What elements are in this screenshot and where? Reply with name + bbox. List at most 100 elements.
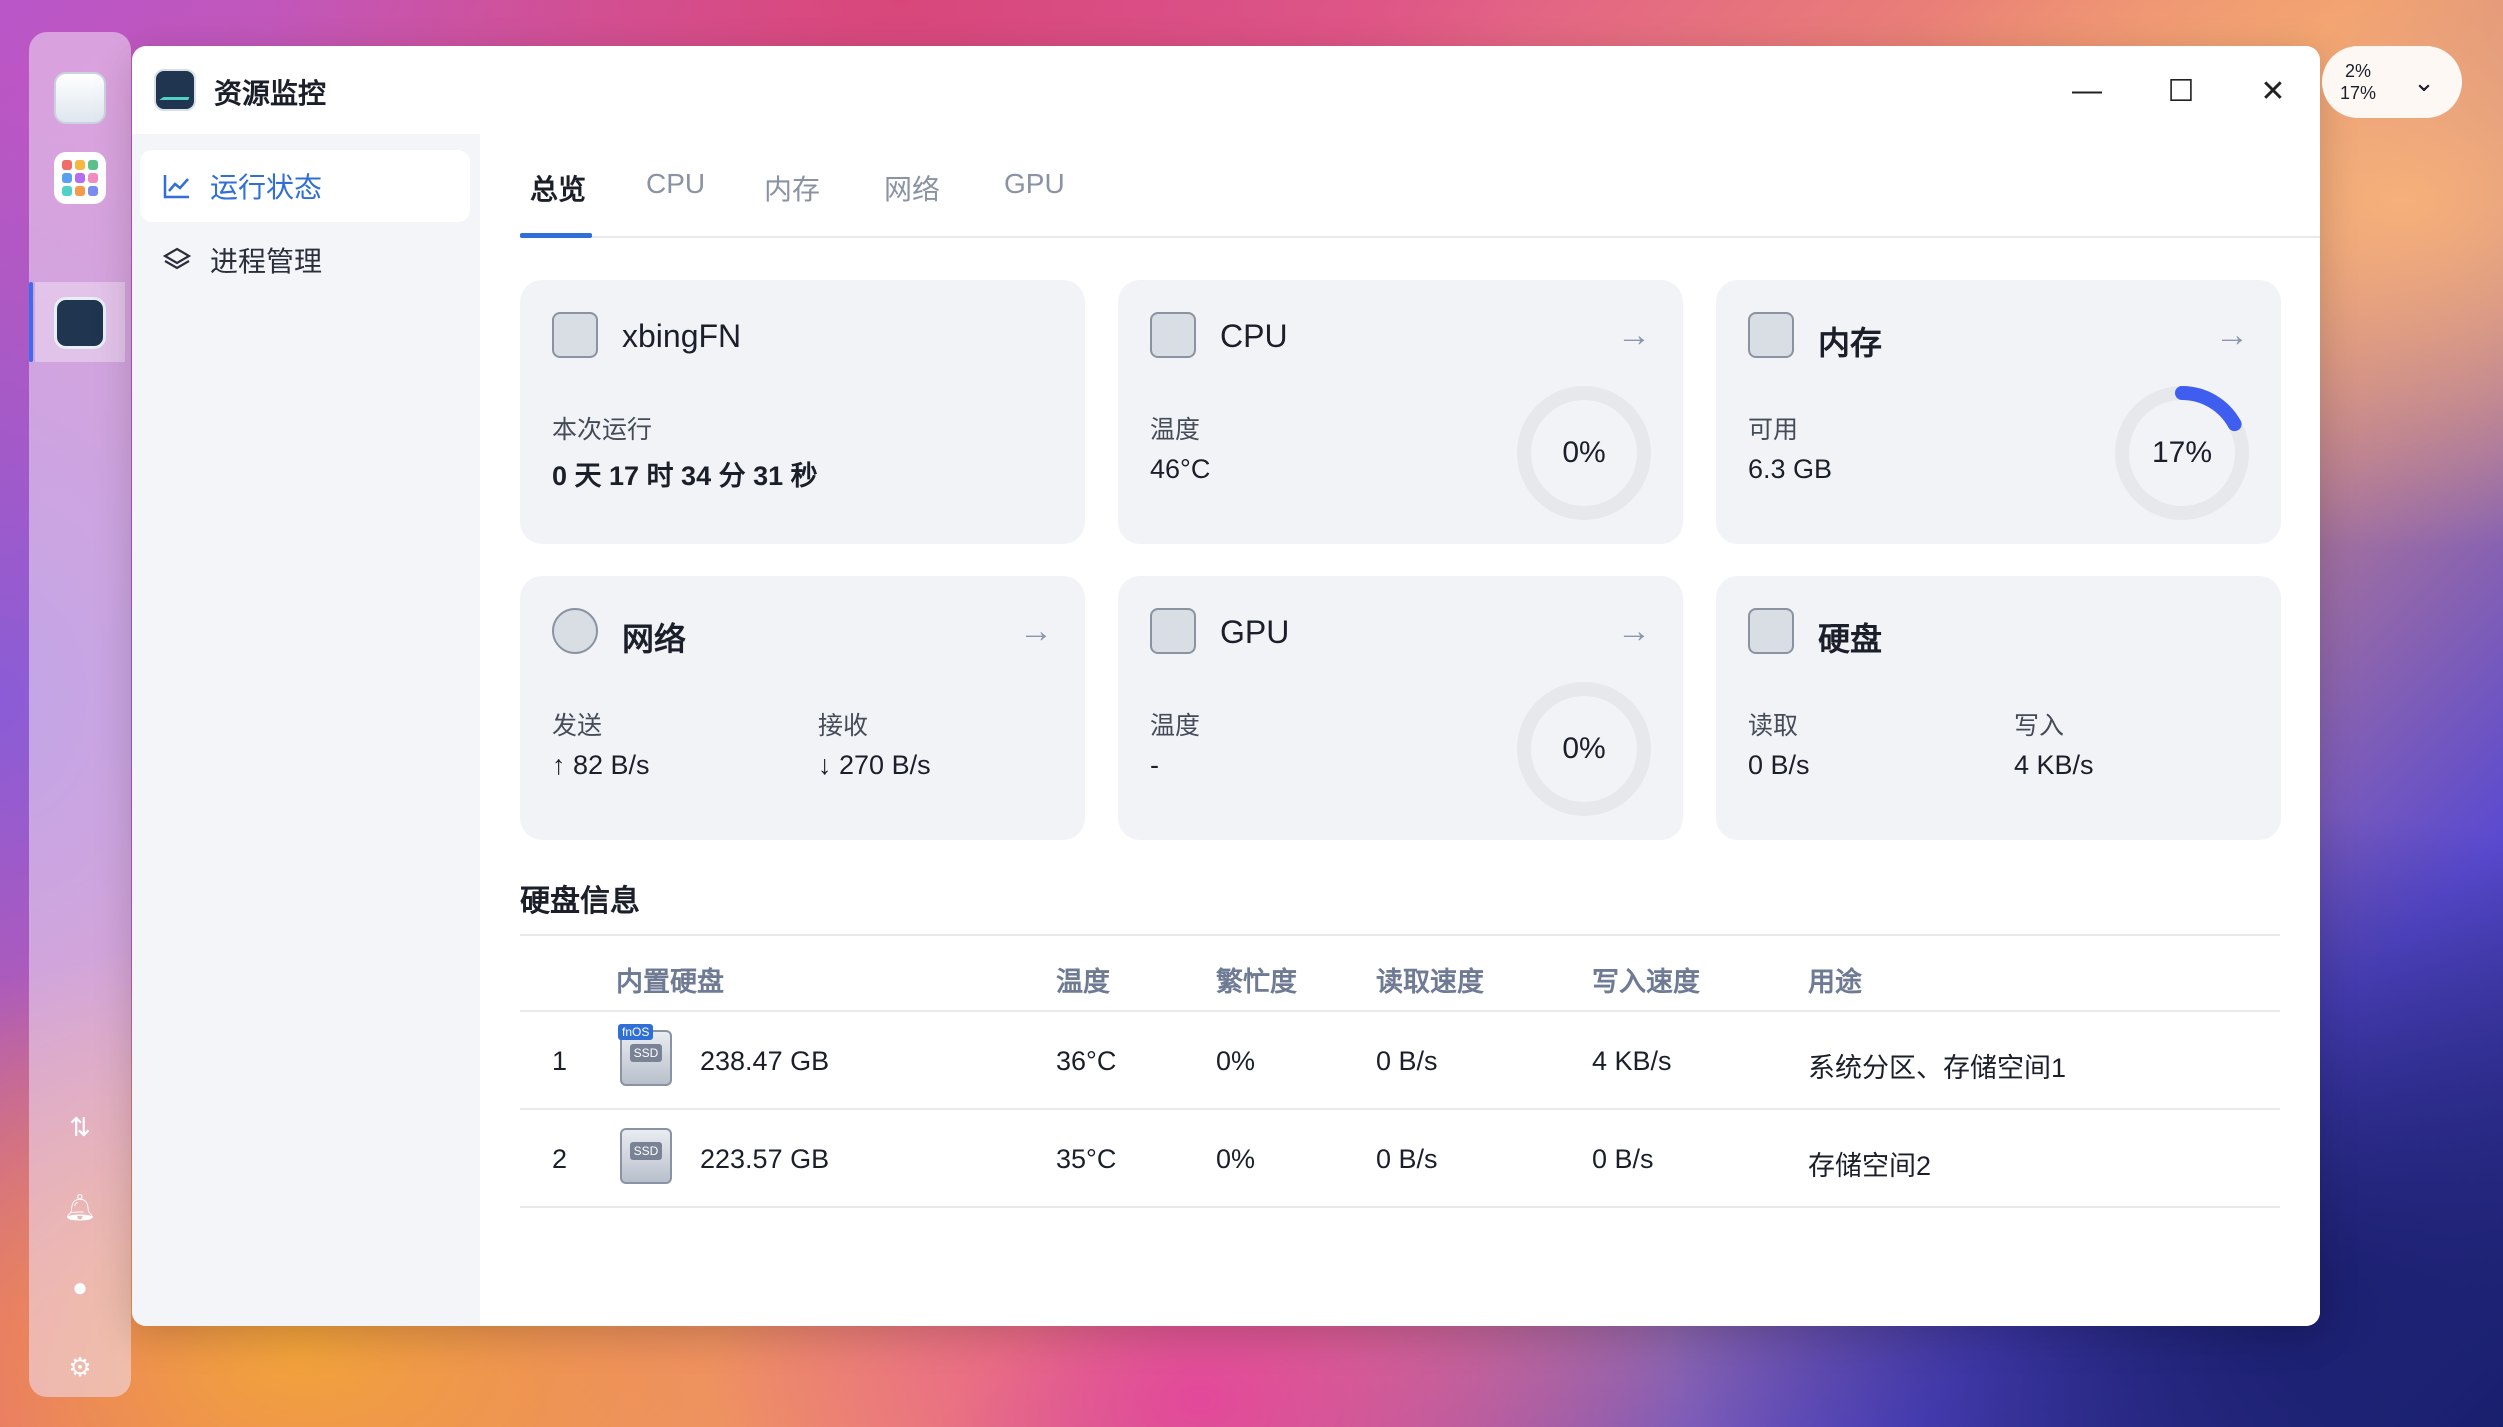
resource-monitor-window: 资源监控 — ☐ ✕ 运行状态 进程管理 总览 CPU 内存 网络 GPU xb… bbox=[132, 46, 2320, 1326]
ssd-icon-label: SSD bbox=[630, 1044, 662, 1062]
sidebar-item-process[interactable]: 进程管理 bbox=[140, 224, 470, 296]
tab-active-underline bbox=[520, 233, 592, 238]
memory-avail-value: 6.3 GB bbox=[1748, 454, 1833, 484]
network-send-value: 82 B/s bbox=[573, 750, 650, 780]
tab-bar: 总览 CPU 内存 网络 GPU bbox=[520, 134, 2320, 238]
resource-monitor-dock-icon[interactable] bbox=[54, 297, 106, 349]
disk-temp: 36°C bbox=[1056, 1046, 1117, 1076]
maximize-button[interactable]: ☐ bbox=[2156, 66, 2206, 116]
disk-read-value: 0 B/s bbox=[1748, 750, 1810, 780]
tray-cpu-value: 2% bbox=[2344, 61, 2371, 81]
memory-usage-value: 17% bbox=[2151, 436, 2213, 469]
disk-temp: 35°C bbox=[1056, 1144, 1117, 1174]
gear-icon[interactable]: ⚙ bbox=[65, 1352, 95, 1382]
disk-usage: 系统分区、存储空间1 bbox=[1808, 1053, 2067, 1083]
resource-tray-widget[interactable]: 2% 17% ⌄ bbox=[2322, 46, 2462, 118]
row-index: 2 bbox=[552, 1144, 568, 1174]
disk-size: 223.57 GB bbox=[700, 1144, 830, 1174]
arrow-right-icon[interactable]: → bbox=[1019, 612, 1053, 651]
minimize-button[interactable]: — bbox=[2062, 66, 2112, 116]
tab-cpu[interactable]: CPU bbox=[646, 168, 705, 200]
disk-read-label: 读取 bbox=[1748, 712, 1799, 740]
disk-write: 4 KB/s bbox=[1592, 1046, 1672, 1076]
line-chart-icon bbox=[162, 173, 192, 199]
disk-usage: 存储空间2 bbox=[1808, 1151, 1932, 1181]
tray-values: 2% 17% bbox=[2336, 60, 2380, 104]
row-index: 1 bbox=[552, 1046, 568, 1076]
ram-icon bbox=[1748, 312, 1794, 358]
sidebar: 运行状态 进程管理 bbox=[132, 134, 480, 1326]
disk-card: 硬盘 读取 0 B/s 写入 4 KB/s bbox=[1716, 576, 2281, 840]
system-name: xbingFN bbox=[622, 318, 742, 354]
ssd-icon: SSD bbox=[620, 1128, 672, 1184]
memory-avail-label: 可用 bbox=[1748, 416, 1799, 444]
fnos-badge: fnOS bbox=[618, 1024, 654, 1040]
cpu-temp-label: 温度 bbox=[1150, 416, 1201, 444]
titlebar: 资源监控 — ☐ ✕ bbox=[132, 46, 2320, 134]
arrow-down-icon: ↓ bbox=[818, 750, 840, 780]
gpu-temp-label: 温度 bbox=[1150, 712, 1201, 740]
cpu-temp-value: 46°C bbox=[1150, 454, 1211, 484]
cpu-card[interactable]: CPU → 温度 46°C 0% bbox=[1118, 280, 1683, 544]
bell-icon[interactable]: 🔔︎ bbox=[64, 1192, 97, 1222]
system-card: xbingFN 本次运行 0 天 17 时 34 分 31 秒 bbox=[520, 280, 1085, 544]
gpu-temp-value: - bbox=[1150, 750, 1159, 780]
gpu-usage-value: 0% bbox=[1562, 732, 1606, 765]
app-title: 资源监控 bbox=[214, 78, 327, 109]
col-busy: 繁忙度 bbox=[1216, 967, 1297, 997]
disk-info-table: 内置硬盘 温度 繁忙度 读取速度 写入速度 用途 1 SSD fnOS 238.… bbox=[520, 934, 2280, 1208]
gpu-chip-icon bbox=[1150, 608, 1196, 654]
ssd-icon: SSD fnOS bbox=[618, 1024, 672, 1086]
memory-title: 内存 bbox=[1818, 325, 1883, 361]
app-center-icon[interactable] bbox=[54, 152, 106, 204]
gpu-title: GPU bbox=[1220, 614, 1290, 650]
memory-card[interactable]: 内存 → 可用 6.3 GB 17% bbox=[1716, 280, 2281, 544]
globe-icon bbox=[552, 608, 598, 654]
disk-size: 238.47 GB bbox=[700, 1046, 830, 1076]
network-recv-value: 270 B/s bbox=[839, 750, 931, 780]
sidebar-item-status[interactable]: 运行状态 bbox=[140, 150, 470, 222]
col-usage: 用途 bbox=[1808, 967, 1862, 997]
col-write: 写入速度 bbox=[1592, 967, 1700, 997]
sidebar-item-label: 进程管理 bbox=[210, 246, 323, 277]
uptime-value: 0 天 17 时 34 分 31 秒 bbox=[552, 461, 818, 491]
cpu-usage-value: 0% bbox=[1562, 436, 1606, 469]
arrow-right-icon[interactable]: → bbox=[2215, 316, 2249, 355]
network-card[interactable]: 网络 → 发送 ↑ 82 B/s 接收 ↓ 270 B/s bbox=[520, 576, 1085, 840]
table-row: 1 SSD fnOS 238.47 GB 36°C 0% 0 B/s 4 KB/… bbox=[520, 1012, 2280, 1110]
dock-active-indicator bbox=[29, 282, 33, 362]
gpu-card[interactable]: GPU → 温度 - 0% bbox=[1118, 576, 1683, 840]
network-recv-label: 接收 bbox=[818, 712, 869, 740]
app-logo-icon bbox=[154, 69, 196, 111]
tab-gpu[interactable]: GPU bbox=[1004, 168, 1065, 200]
close-button[interactable]: ✕ bbox=[2248, 66, 2298, 116]
tray-mem-value: 17% bbox=[2339, 83, 2377, 103]
arrow-right-icon[interactable]: → bbox=[1617, 612, 1651, 651]
dock: ⇅ 🔔︎ ● ⚙ bbox=[29, 32, 131, 1397]
table-row: 2 SSD 223.57 GB 35°C 0% 0 B/s 0 B/s 存储空间… bbox=[520, 1110, 2280, 1208]
chevron-down-icon[interactable]: ⌄ bbox=[2406, 64, 2442, 100]
disk-write-label: 写入 bbox=[2014, 712, 2065, 740]
disk-read: 0 B/s bbox=[1376, 1046, 1438, 1076]
desktop-icon[interactable] bbox=[54, 72, 106, 124]
table-header: 内置硬盘 温度 繁忙度 读取速度 写入速度 用途 bbox=[520, 934, 2280, 1012]
network-title: 网络 bbox=[622, 621, 687, 657]
ssd-icon-label: SSD bbox=[630, 1142, 662, 1160]
main-panel: 总览 CPU 内存 网络 GPU xbingFN 本次运行 0 天 17 时 3… bbox=[480, 134, 2320, 1326]
arrow-up-icon: ↑ bbox=[552, 750, 574, 780]
tab-overview[interactable]: 总览 bbox=[530, 168, 586, 208]
network-recv-row: ↓ 270 B/s bbox=[818, 750, 931, 781]
col-temp: 温度 bbox=[1056, 967, 1110, 997]
disk-busy: 0% bbox=[1216, 1144, 1256, 1174]
disk-info-title: 硬盘信息 bbox=[520, 885, 640, 918]
col-disk: 内置硬盘 bbox=[616, 967, 724, 997]
transfer-icon[interactable]: ⇅ bbox=[65, 1112, 95, 1142]
disk-write: 0 B/s bbox=[1592, 1144, 1654, 1174]
hard-disk-icon bbox=[1748, 608, 1794, 654]
user-icon[interactable]: ● bbox=[65, 1272, 95, 1302]
layers-icon bbox=[162, 246, 192, 274]
tab-memory[interactable]: 内存 bbox=[764, 168, 820, 208]
network-send-label: 发送 bbox=[552, 712, 603, 740]
arrow-right-icon[interactable]: → bbox=[1617, 316, 1651, 355]
tab-network[interactable]: 网络 bbox=[884, 168, 940, 208]
